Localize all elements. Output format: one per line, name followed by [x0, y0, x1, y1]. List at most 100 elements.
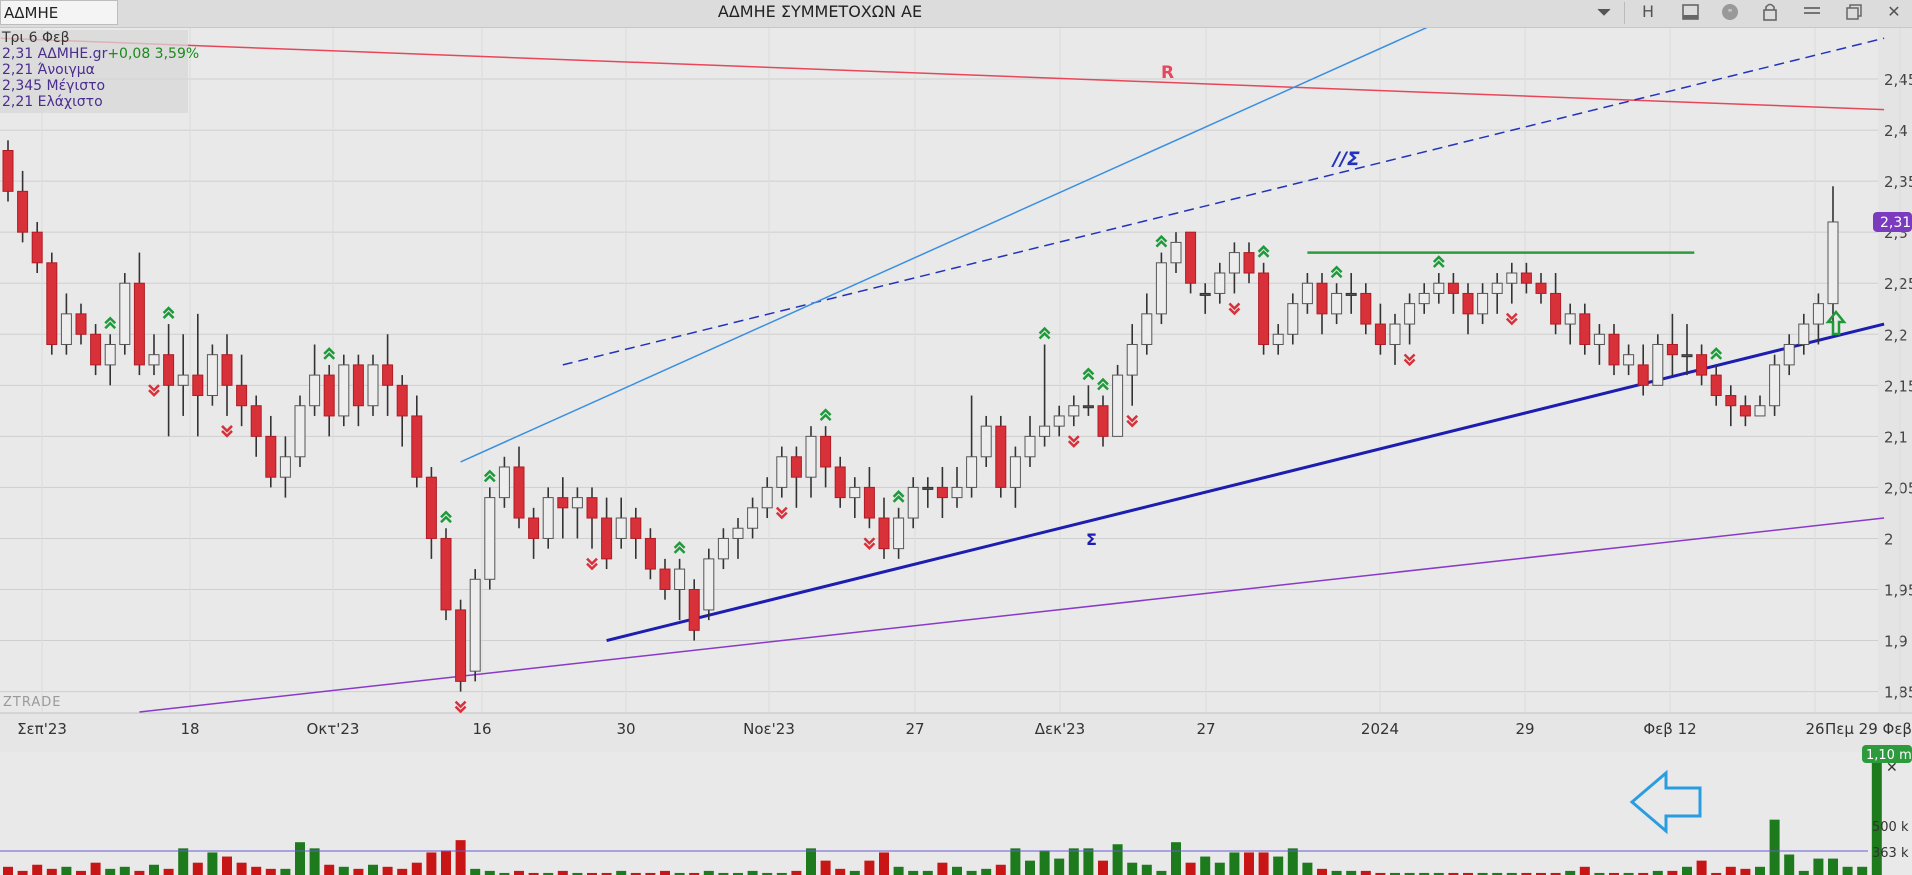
candle-body: [834, 466, 846, 499]
volume-bar: [937, 862, 948, 875]
candle-body: [1491, 282, 1503, 294]
candle-body: [1185, 231, 1197, 284]
volume-bar: [1214, 862, 1225, 875]
x-tick-label: Πεμ 29 Φεβ: [1825, 720, 1912, 738]
x-tick-label: Φεβ 12: [1643, 720, 1696, 738]
candle-body: [688, 588, 700, 631]
candle-body: [265, 435, 277, 478]
volume-bar: [119, 866, 130, 875]
volume-bar: [849, 870, 860, 875]
candle-body: [1097, 405, 1109, 437]
volume-bar: [265, 868, 276, 875]
candle-body: [133, 282, 145, 366]
y-tick-label: 2,1: [1884, 428, 1908, 446]
x-tick-label: 29: [1515, 720, 1534, 738]
candle-body: [849, 486, 861, 499]
volume-bar: [557, 870, 568, 875]
last-price-label: 2,31: [1880, 215, 1911, 231]
candle-body: [630, 517, 642, 539]
volume-tick-label: 500 k: [1872, 820, 1909, 835]
candle: [484, 487, 496, 590]
quote-info-panel: Τρι 6 Φεβ 2,31 ΑΔΜΗΕ.gr+0,08 3,59% 2,21 …: [0, 30, 199, 113]
volume-bar: [1287, 848, 1298, 875]
candle-body: [717, 537, 729, 560]
volume-bar: [1360, 870, 1371, 875]
candle-body: [1769, 364, 1781, 407]
candle-body: [980, 425, 992, 458]
candle-body: [440, 537, 452, 611]
candle-body: [557, 497, 569, 509]
volume-bar: [1346, 870, 1357, 875]
panel-icon[interactable]: [1672, 0, 1708, 25]
trend-line-label: R: [1161, 63, 1174, 83]
volume-bar: [411, 862, 422, 875]
candle-body: [659, 568, 671, 590]
volume-bar: [1740, 868, 1751, 875]
volume-bar: [441, 850, 451, 875]
candle-body: [1418, 292, 1430, 305]
h-button[interactable]: H: [1630, 0, 1666, 25]
candle-body: [1754, 405, 1766, 417]
title-bar: ΑΔΜΗΕ ΑΔΜΗΕ ΣΥΜΜΕΤΟΧΩΝ ΑΕ H " ✕: [0, 0, 1912, 28]
candle-body: [1258, 272, 1270, 345]
volume-bar: [61, 866, 72, 875]
y-tick-label: 2: [1884, 530, 1894, 548]
volume-bar: [514, 870, 524, 875]
candle-body: [1681, 354, 1693, 358]
svg-text:": ": [1728, 8, 1733, 19]
candle-body: [1447, 282, 1459, 294]
candle-body: [1637, 364, 1649, 386]
candle-body: [90, 333, 102, 366]
volume-bar: [952, 866, 962, 875]
lock-icon[interactable]: [1752, 0, 1788, 25]
candle: [995, 415, 1007, 498]
x-tick-label: 26: [1805, 720, 1824, 738]
volume-bar: [820, 860, 831, 875]
volume-bar: [806, 848, 816, 875]
volume-bar: [470, 868, 481, 875]
candle-body: [586, 497, 598, 519]
volume-bar: [660, 870, 670, 875]
volume-bar: [90, 862, 101, 875]
candle-body: [1272, 333, 1284, 345]
y-tick-label: 1,95: [1884, 581, 1912, 599]
candle-body: [1608, 333, 1620, 366]
candle-body: [513, 466, 525, 519]
candle-body: [1374, 323, 1386, 345]
candle-body: [2, 150, 14, 192]
volume-bar: [484, 870, 495, 875]
x-tick-label: Σεπ'23: [17, 720, 67, 738]
restore-window-icon[interactable]: [1836, 0, 1872, 25]
volume-bar: [1171, 842, 1181, 875]
volume-bar: [192, 862, 203, 875]
toolbar-divider: [1624, 2, 1625, 24]
volume-bar: [1725, 866, 1736, 875]
candle-body: [1068, 405, 1080, 417]
volume-bar: [324, 864, 335, 875]
close-icon[interactable]: ✕: [1876, 0, 1912, 25]
y-tick-label: 2,25: [1884, 275, 1912, 293]
candle-body: [1112, 374, 1124, 437]
candle-body: [601, 517, 613, 560]
candle-body: [893, 517, 905, 550]
volume-bar: [1579, 866, 1590, 875]
volume-bar: [1054, 858, 1065, 875]
volume-bar: [966, 870, 977, 875]
price-chart[interactable]: 2,452,42,352,32,252,22,152,12,0521,951,9…: [0, 0, 1912, 875]
candle-body: [221, 354, 233, 386]
candle-body: [1404, 303, 1416, 325]
candle-body: [1520, 272, 1532, 284]
volume-bar: [1098, 860, 1108, 875]
volume-bar: [382, 866, 393, 875]
quote-change: +0,08 3,59%: [107, 46, 200, 62]
candle-body: [1316, 282, 1328, 315]
volume-average-label: 363 k: [1872, 846, 1909, 861]
candle-body: [206, 354, 218, 397]
menu-icon[interactable]: [1794, 0, 1830, 25]
volume-bar: [981, 868, 992, 875]
chevron-down-icon[interactable]: [1586, 0, 1622, 25]
symbol-field[interactable]: ΑΔΜΗΕ: [0, 0, 118, 25]
quote-icon[interactable]: ": [1712, 0, 1748, 25]
volume-bar: [1696, 860, 1707, 875]
candle-body: [1593, 333, 1605, 345]
